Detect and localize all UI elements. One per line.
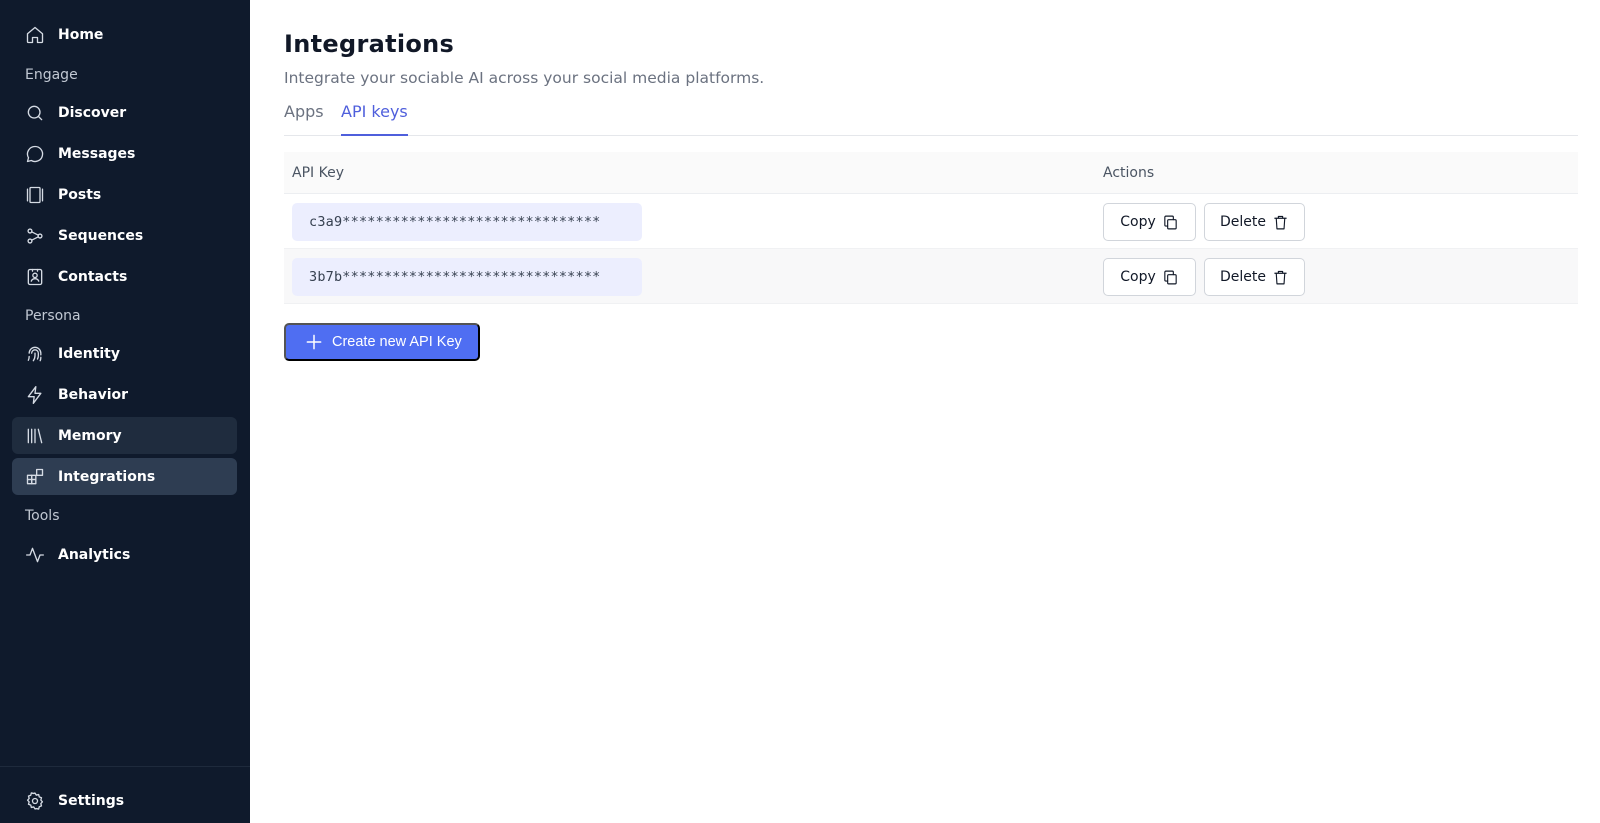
tab-apps[interactable]: Apps	[284, 102, 324, 135]
create-api-key-button[interactable]: Create new API Key	[284, 323, 480, 361]
page-title: Integrations	[284, 30, 455, 58]
library-icon	[25, 426, 45, 446]
lightning-icon	[25, 385, 45, 405]
section-heading-persona: Persona	[25, 308, 81, 324]
api-key-value: 3b7b*******************************	[292, 258, 642, 296]
tab-bar: Apps API keys	[284, 100, 1578, 136]
sidebar-item-label: Discover	[58, 104, 127, 121]
sidebar-item-behavior[interactable]: Behavior	[12, 376, 237, 413]
sidebar-divider	[0, 766, 250, 767]
section-heading-tools: Tools	[25, 508, 60, 524]
sidebar-item-analytics[interactable]: Analytics	[12, 536, 237, 573]
sidebar-item-label: Behavior	[58, 386, 129, 403]
delete-button[interactable]: Delete	[1204, 258, 1305, 296]
search-icon	[25, 103, 45, 123]
table-row: 3b7b******************************* Copy…	[284, 249, 1578, 304]
create-api-key-label: Create new API Key	[332, 334, 462, 350]
grid-plus-icon	[25, 467, 45, 487]
plus-icon	[306, 334, 322, 350]
api-keys-table: API Key Actions c3a9********************…	[284, 152, 1578, 304]
sidebar-item-home[interactable]: Home	[12, 16, 237, 53]
delete-label: Delete	[1220, 214, 1266, 230]
page-subtitle: Integrate your sociable AI across your s…	[284, 69, 765, 87]
sidebar-item-label: Posts	[58, 186, 102, 203]
trash-icon	[1274, 270, 1287, 284]
sidebar-item-label: Identity	[58, 345, 121, 362]
copy-label: Copy	[1120, 214, 1156, 230]
contact-card-icon	[25, 267, 45, 287]
fingerprint-icon	[25, 344, 45, 364]
sidebar-item-label: Messages	[58, 145, 136, 162]
section-heading-engage: Engage	[25, 67, 78, 83]
sidebar-item-integrations[interactable]: Integrations	[12, 458, 237, 495]
delete-label: Delete	[1220, 269, 1266, 285]
sidebar-item-sequences[interactable]: Sequences	[12, 217, 237, 254]
activity-icon	[25, 545, 45, 565]
main-content: Integrations Integrate your sociable AI …	[250, 0, 1600, 823]
sidebar-item-label: Memory	[58, 427, 122, 444]
sidebar-item-posts[interactable]: Posts	[12, 176, 237, 213]
sidebar-item-contacts[interactable]: Contacts	[12, 258, 237, 295]
sidebar: Home Engage Discover Messages Posts Sequ…	[0, 0, 250, 823]
api-key-value: c3a9*******************************	[292, 203, 642, 241]
tab-api-keys[interactable]: API keys	[341, 102, 408, 136]
sidebar-item-label: Integrations	[58, 468, 156, 485]
copy-label: Copy	[1120, 269, 1156, 285]
sidebar-item-label: Contacts	[58, 268, 128, 285]
copy-button[interactable]: Copy	[1103, 258, 1196, 296]
trash-icon	[1274, 215, 1287, 229]
gear-icon	[25, 791, 45, 811]
copy-icon	[1164, 270, 1177, 284]
table-header: API Key Actions	[284, 152, 1578, 194]
sidebar-item-label: Home	[58, 26, 104, 43]
delete-button[interactable]: Delete	[1204, 203, 1305, 241]
sidebar-item-label: Settings	[58, 792, 125, 809]
sidebar-item-label: Analytics	[58, 546, 131, 563]
sidebar-item-settings[interactable]: Settings	[12, 782, 237, 819]
home-icon	[25, 25, 45, 45]
sequence-icon	[25, 226, 45, 246]
column-header-api-key: API Key	[292, 165, 344, 181]
sidebar-item-identity[interactable]: Identity	[12, 335, 237, 372]
table-row: c3a9******************************* Copy…	[284, 194, 1578, 249]
copy-button[interactable]: Copy	[1103, 203, 1196, 241]
sidebar-item-memory[interactable]: Memory	[12, 417, 237, 454]
column-header-actions: Actions	[1103, 165, 1155, 181]
posts-icon	[25, 185, 45, 205]
sidebar-item-discover[interactable]: Discover	[12, 94, 237, 131]
copy-icon	[1164, 215, 1177, 229]
sidebar-item-messages[interactable]: Messages	[12, 135, 237, 172]
chat-bubble-icon	[25, 144, 45, 164]
sidebar-item-label: Sequences	[58, 227, 144, 244]
